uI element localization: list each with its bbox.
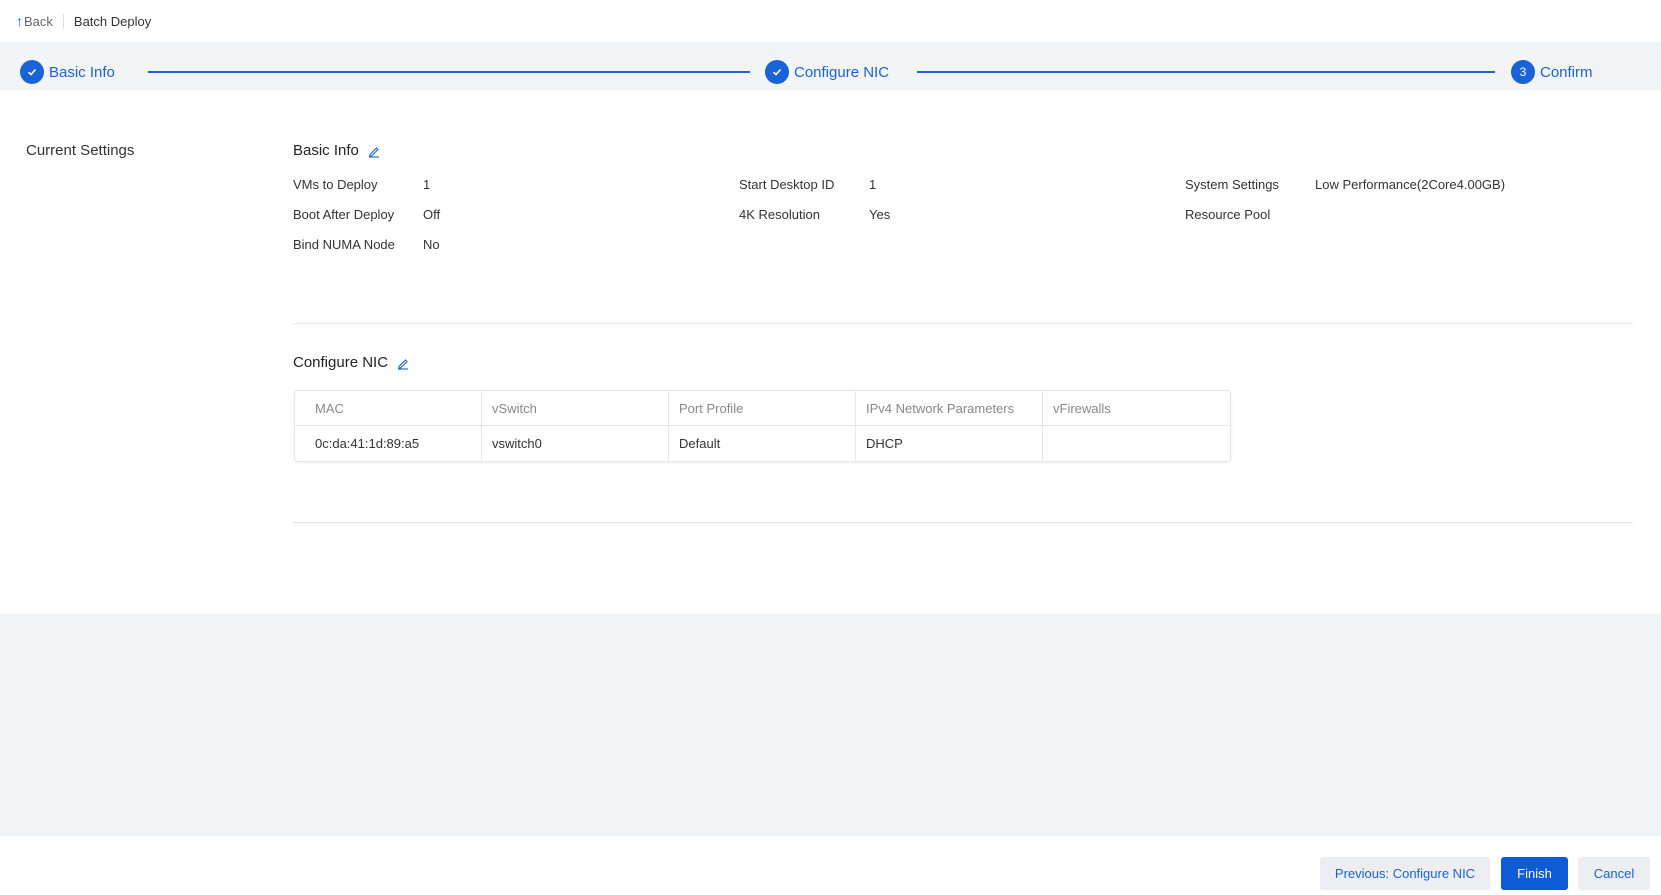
start-desktop-id-label: Start Desktop ID: [739, 177, 835, 192]
nic-table: MAC vSwitch Port Profile IPv4 Network Pa…: [294, 390, 1231, 462]
resource-pool-label: Resource Pool: [1185, 207, 1271, 222]
4k-resolution-value: Yes: [869, 207, 891, 222]
table-header-row: MAC vSwitch Port Profile IPv4 Network Pa…: [295, 391, 1230, 426]
back-link[interactable]: ↑ Back: [16, 13, 53, 29]
page-title: Batch Deploy: [73, 13, 152, 29]
system-settings-value: Low Performance(2Core4.00GB): [1315, 177, 1506, 192]
cancel-button[interactable]: Cancel: [1578, 857, 1650, 890]
bind-numa-node-value: No: [423, 237, 440, 252]
step-label: Basic Info: [49, 63, 115, 81]
start-desktop-id-value: 1: [869, 177, 877, 192]
column-header-port-profile: Port Profile: [669, 391, 857, 425]
top-bar: ↑ Back Batch Deploy: [0, 0, 1661, 42]
check-icon: [765, 60, 789, 84]
step-label: Confirm: [1540, 63, 1593, 81]
wizard-steps: Basic Info Configure NIC 3 Confirm: [0, 42, 1661, 90]
footer-bar: Previous: Configure NIC Finish Cancel: [0, 836, 1661, 895]
basic-info-title: Basic Info: [293, 142, 381, 159]
column-header-vswitch: vSwitch: [482, 391, 670, 425]
table-row: 0c:da:41:1d:89:a5 vswitch0 Default DHCP: [295, 426, 1230, 461]
edit-icon[interactable]: [367, 144, 381, 158]
section-divider: [293, 522, 1633, 523]
step-number: 3: [1511, 60, 1535, 84]
table-cell-port-profile: Default: [669, 426, 857, 461]
table-cell-vfirewalls: [1043, 426, 1230, 461]
boot-after-deploy-label: Boot After Deploy: [293, 207, 395, 222]
step-label: Configure NIC: [794, 63, 890, 81]
main-content: Current Settings Basic Info VMs to Deplo…: [0, 90, 1661, 614]
table-cell-ipv4: DHCP: [856, 426, 1044, 461]
table-cell-vswitch: vswitch0: [482, 426, 670, 461]
previous-button[interactable]: Previous: Configure NIC: [1320, 857, 1490, 890]
finish-button[interactable]: Finish: [1501, 857, 1568, 890]
section-divider: [293, 323, 1633, 324]
step-connector: [148, 71, 750, 73]
step-basic-info: Basic Info: [20, 60, 115, 84]
step-confirm: 3 Confirm: [1511, 60, 1593, 84]
column-header-vfirewalls: vFirewalls: [1053, 400, 1111, 416]
4k-resolution-label: 4K Resolution: [739, 207, 820, 222]
table-cell-mac: 0c:da:41:1d:89:a5: [295, 426, 483, 461]
bind-numa-node-label: Bind NUMA Node: [293, 237, 395, 252]
check-icon: [20, 60, 44, 84]
back-label: Back: [24, 13, 53, 29]
vms-to-deploy-value: 1: [423, 177, 431, 192]
step-configure-nic: Configure NIC: [765, 60, 889, 84]
boot-after-deploy-value: Off: [423, 207, 441, 222]
current-settings-label: Current Settings: [26, 142, 135, 159]
back-arrow-icon: ↑: [16, 13, 23, 29]
basic-info-title-text: Basic Info: [293, 142, 359, 159]
header-separator: [62, 14, 64, 28]
edit-icon[interactable]: [396, 356, 410, 370]
column-header-mac: MAC: [295, 391, 483, 425]
empty-area: [0, 614, 1661, 836]
configure-nic-title-text: Configure NIC: [293, 354, 389, 371]
system-settings-label: System Settings: [1185, 177, 1279, 192]
column-header-ipv4: IPv4 Network Parameters: [856, 391, 1044, 425]
vms-to-deploy-label: VMs to Deploy: [293, 177, 378, 192]
configure-nic-title: Configure NIC: [293, 354, 410, 371]
step-connector: [917, 71, 1495, 73]
